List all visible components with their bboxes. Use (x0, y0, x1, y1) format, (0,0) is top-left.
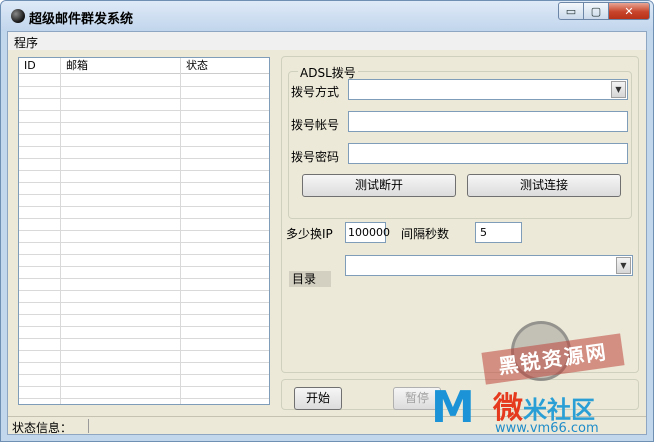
watermark-logo: M (431, 382, 475, 433)
directory-select[interactable]: ▼ (345, 255, 633, 276)
ip-change-label: 多少换IP (286, 227, 333, 241)
column-divider (180, 58, 181, 404)
dial-account-label: 拨号帐号 (291, 118, 340, 132)
column-header-id[interactable]: ID (19, 58, 61, 74)
app-icon (11, 9, 25, 23)
watermark-url: www.vm66.com (495, 421, 599, 436)
email-list[interactable]: ID 邮箱 状态 (18, 57, 270, 405)
interval-field[interactable]: 5 (475, 222, 522, 243)
maximize-button[interactable]: ▢ (583, 2, 609, 20)
maximize-icon: ▢ (590, 4, 602, 18)
dial-password-field[interactable] (348, 143, 628, 164)
app-window: 超级邮件群发系统 ▭ ▢ ✕ 程序 ID 邮箱 状态 ADSL拨号 拨号方式 ▼… (0, 0, 654, 442)
dial-account-field[interactable] (348, 111, 628, 132)
watermark-brand-rest: 米社区 (523, 396, 595, 424)
menu-bar: 程序 (8, 32, 646, 50)
status-label: 状态信息： (12, 421, 73, 435)
dial-method-label: 拨号方式 (291, 85, 340, 99)
title-bar: 超级邮件群发系统 ▭ ▢ ✕ (1, 1, 653, 31)
menu-item-program[interactable]: 程序 (14, 34, 38, 51)
list-header: ID 邮箱 状态 (19, 58, 269, 74)
interval-label: 间隔秒数 (401, 227, 450, 241)
column-header-email[interactable]: 邮箱 (61, 58, 181, 74)
column-divider (60, 58, 61, 404)
directory-label: 目录 (289, 271, 331, 287)
start-button[interactable]: 开始 (294, 387, 342, 410)
list-rows (19, 75, 269, 404)
close-button[interactable]: ✕ (608, 2, 650, 20)
dial-password-label: 拨号密码 (291, 150, 340, 164)
ip-change-field[interactable]: 100000 (345, 222, 390, 243)
minimize-icon: ▭ (565, 4, 577, 18)
test-connect-button[interactable]: 测试连接 (467, 174, 621, 197)
chevron-down-icon[interactable]: ▼ (616, 257, 631, 274)
test-disconnect-button[interactable]: 测试断开 (302, 174, 456, 197)
chevron-down-icon[interactable]: ▼ (611, 81, 626, 98)
status-divider (88, 419, 89, 433)
column-header-status[interactable]: 状态 (181, 58, 269, 74)
dial-method-select[interactable]: ▼ (348, 79, 628, 100)
minimize-button[interactable]: ▭ (558, 2, 584, 20)
window-title: 超级邮件群发系统 (29, 12, 134, 27)
watermark: 黑锐资源网 M 微米社区 www.vm66.com (411, 321, 651, 441)
close-icon: ✕ (624, 4, 634, 18)
